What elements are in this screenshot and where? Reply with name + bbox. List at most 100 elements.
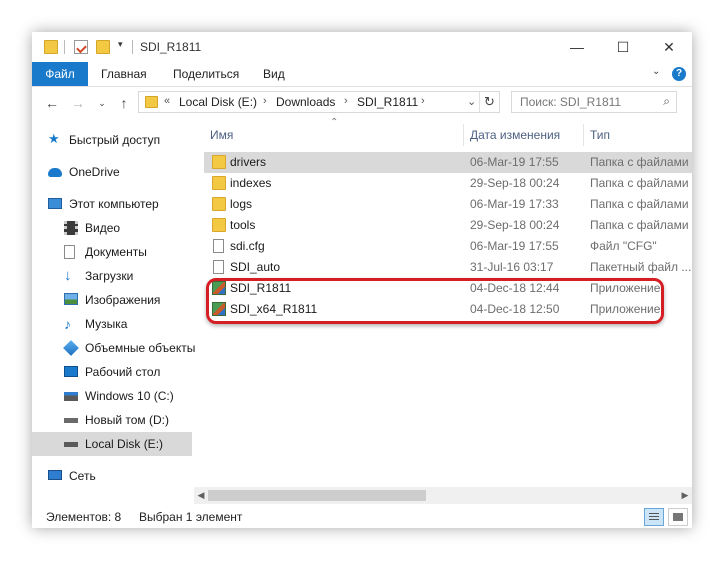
file-row[interactable]: tools 29-Sep-18 00:24 Папка с файлами	[204, 215, 692, 236]
new-folder-icon[interactable]	[96, 40, 110, 54]
ribbon-tabs: Файл Главная Поделиться Вид ⌄ ?	[32, 62, 692, 87]
forward-button[interactable]: →	[70, 94, 86, 112]
file-date: 06-Mar-19 17:55	[470, 155, 559, 169]
horizontal-scrollbar[interactable]: ◀ ▶	[194, 487, 692, 504]
refresh-icon[interactable]: ↻	[484, 94, 495, 110]
search-input[interactable]: Поиск: SDI_R1811 ⌕	[511, 91, 677, 113]
breadcrumb-overflow[interactable]: «	[164, 95, 170, 107]
nav-label: Изображения	[85, 293, 161, 307]
column-header-name[interactable]: Имя	[210, 122, 233, 148]
maximize-button[interactable]: ☐	[600, 32, 646, 62]
file-row[interactable]: sdi.cfg 06-Mar-19 17:55 Файл "CFG"	[204, 236, 692, 257]
nav-pictures[interactable]: Изображения	[32, 288, 192, 312]
nav-label: Документы	[85, 245, 147, 259]
tab-file[interactable]: Файл	[32, 62, 88, 86]
download-icon: ↓	[64, 267, 72, 284]
file-name: indexes	[230, 176, 272, 190]
folder-icon	[212, 197, 226, 211]
nav-onedrive[interactable]: OneDrive	[32, 160, 192, 184]
properties-icon[interactable]	[74, 40, 88, 54]
search-icon: ⌕	[663, 94, 670, 108]
divider	[64, 40, 65, 54]
column-header-date[interactable]: Дата изменения	[470, 122, 560, 148]
breadcrumb-downloads[interactable]: Downloads	[276, 95, 335, 109]
pictures-icon	[64, 293, 78, 305]
nav-label: OneDrive	[69, 165, 120, 179]
file-row[interactable]: drivers 06-Mar-19 17:55 Папка с файлами	[204, 152, 692, 173]
breadcrumb-sdi-r1811[interactable]: SDI_R1811	[357, 95, 418, 109]
file-date: 06-Mar-19 17:33	[470, 197, 559, 211]
file-type: Папка с файлами	[590, 155, 689, 169]
address-dropdown-icon[interactable]: ⌄	[467, 95, 476, 108]
drive-icon	[64, 442, 78, 447]
navigation-pane: ★ Быстрый доступ OneDrive Этот компьютер…	[32, 122, 196, 492]
file-row[interactable]: SDI_auto 31-Jul-16 03:17 Пакетный файл .…	[204, 257, 692, 278]
scroll-right-icon[interactable]: ▶	[678, 487, 692, 504]
nav-music[interactable]: ♪ Музыка	[32, 312, 192, 336]
nav-label: Загрузки	[85, 269, 134, 283]
column-divider[interactable]	[583, 124, 584, 146]
highlight-frame	[206, 278, 664, 324]
column-divider[interactable]	[463, 124, 464, 146]
nav-documents[interactable]: Документы	[32, 240, 192, 264]
up-button[interactable]: ↑	[116, 94, 132, 112]
nav-network[interactable]: Сеть	[32, 464, 192, 488]
folder-icon	[212, 155, 226, 169]
document-icon	[213, 239, 224, 253]
nav-drive-d[interactable]: Новый том (D:)	[32, 408, 192, 432]
folder-icon	[44, 40, 58, 54]
breadcrumb-separator[interactable]: ›	[421, 95, 425, 107]
help-icon[interactable]: ?	[672, 67, 686, 81]
drive-icon	[64, 418, 78, 423]
close-button[interactable]: ✕	[646, 32, 692, 62]
nav-label: Быстрый доступ	[69, 133, 161, 147]
file-type: Файл "CFG"	[590, 239, 657, 253]
nav-label: Музыка	[85, 317, 128, 331]
nav-desktop[interactable]: Рабочий стол	[32, 360, 192, 384]
nav-label: Объемные объекты	[85, 341, 196, 355]
file-type: Пакетный файл ...	[590, 260, 692, 274]
address-bar[interactable]: « Local Disk (E:) › Downloads › SDI_R181…	[138, 91, 500, 113]
back-button[interactable]: ←	[44, 94, 60, 112]
file-date: 29-Sep-18 00:24	[470, 218, 560, 232]
nav-drive-e[interactable]: Local Disk (E:)	[32, 432, 192, 456]
documents-icon	[64, 245, 75, 259]
sort-arrow-icon: ⌃	[330, 117, 339, 128]
status-bar: Элементов: 8 Выбран 1 элемент	[32, 506, 692, 528]
file-date: 06-Mar-19 17:55	[470, 239, 559, 253]
nav-label: Local Disk (E:)	[85, 437, 164, 451]
video-icon	[64, 221, 78, 235]
minimize-button[interactable]: —	[554, 32, 600, 62]
column-header-type[interactable]: Тип	[590, 122, 610, 148]
tab-home[interactable]: Главная	[101, 62, 147, 86]
breadcrumb-local-disk[interactable]: Local Disk (E:)	[179, 95, 257, 109]
nav-video[interactable]: Видео	[32, 216, 192, 240]
nav-downloads[interactable]: ↓ Загрузки	[32, 264, 192, 288]
star-icon: ★	[48, 131, 60, 146]
large-icons-view-button[interactable]	[668, 508, 688, 526]
breadcrumb-separator[interactable]: ›	[263, 95, 267, 107]
nav-3d-objects[interactable]: Объемные объекты	[32, 336, 196, 360]
scroll-left-icon[interactable]: ◀	[194, 487, 208, 504]
file-date: 31-Jul-16 03:17	[470, 260, 554, 274]
recent-locations-dropdown[interactable]: ⌄	[94, 94, 110, 112]
quick-access-dropdown-icon[interactable]: ▾	[118, 39, 123, 50]
tab-share[interactable]: Поделиться	[173, 62, 239, 86]
divider	[132, 40, 133, 54]
folder-icon	[145, 96, 158, 108]
item-count: Элементов: 8	[46, 510, 122, 524]
tab-view[interactable]: Вид	[263, 62, 285, 86]
nav-drive-c[interactable]: Windows 10 (C:)	[32, 384, 192, 408]
nav-quick-access[interactable]: ★ Быстрый доступ	[32, 128, 192, 152]
scrollbar-thumb[interactable]	[208, 490, 426, 501]
file-row[interactable]: logs 06-Mar-19 17:33 Папка с файлами	[204, 194, 692, 215]
search-placeholder: Поиск: SDI_R1811	[520, 95, 622, 109]
nav-this-pc[interactable]: Этот компьютер	[32, 192, 192, 216]
nav-label: Видео	[85, 221, 121, 235]
details-view-button[interactable]	[644, 508, 664, 526]
expand-ribbon-icon[interactable]: ⌄	[652, 66, 660, 77]
window-title: SDI_R1811	[140, 40, 202, 54]
file-name: SDI_auto	[230, 260, 281, 274]
breadcrumb-separator[interactable]: ›	[344, 95, 348, 107]
file-row[interactable]: indexes 29-Sep-18 00:24 Папка с файлами	[204, 173, 692, 194]
